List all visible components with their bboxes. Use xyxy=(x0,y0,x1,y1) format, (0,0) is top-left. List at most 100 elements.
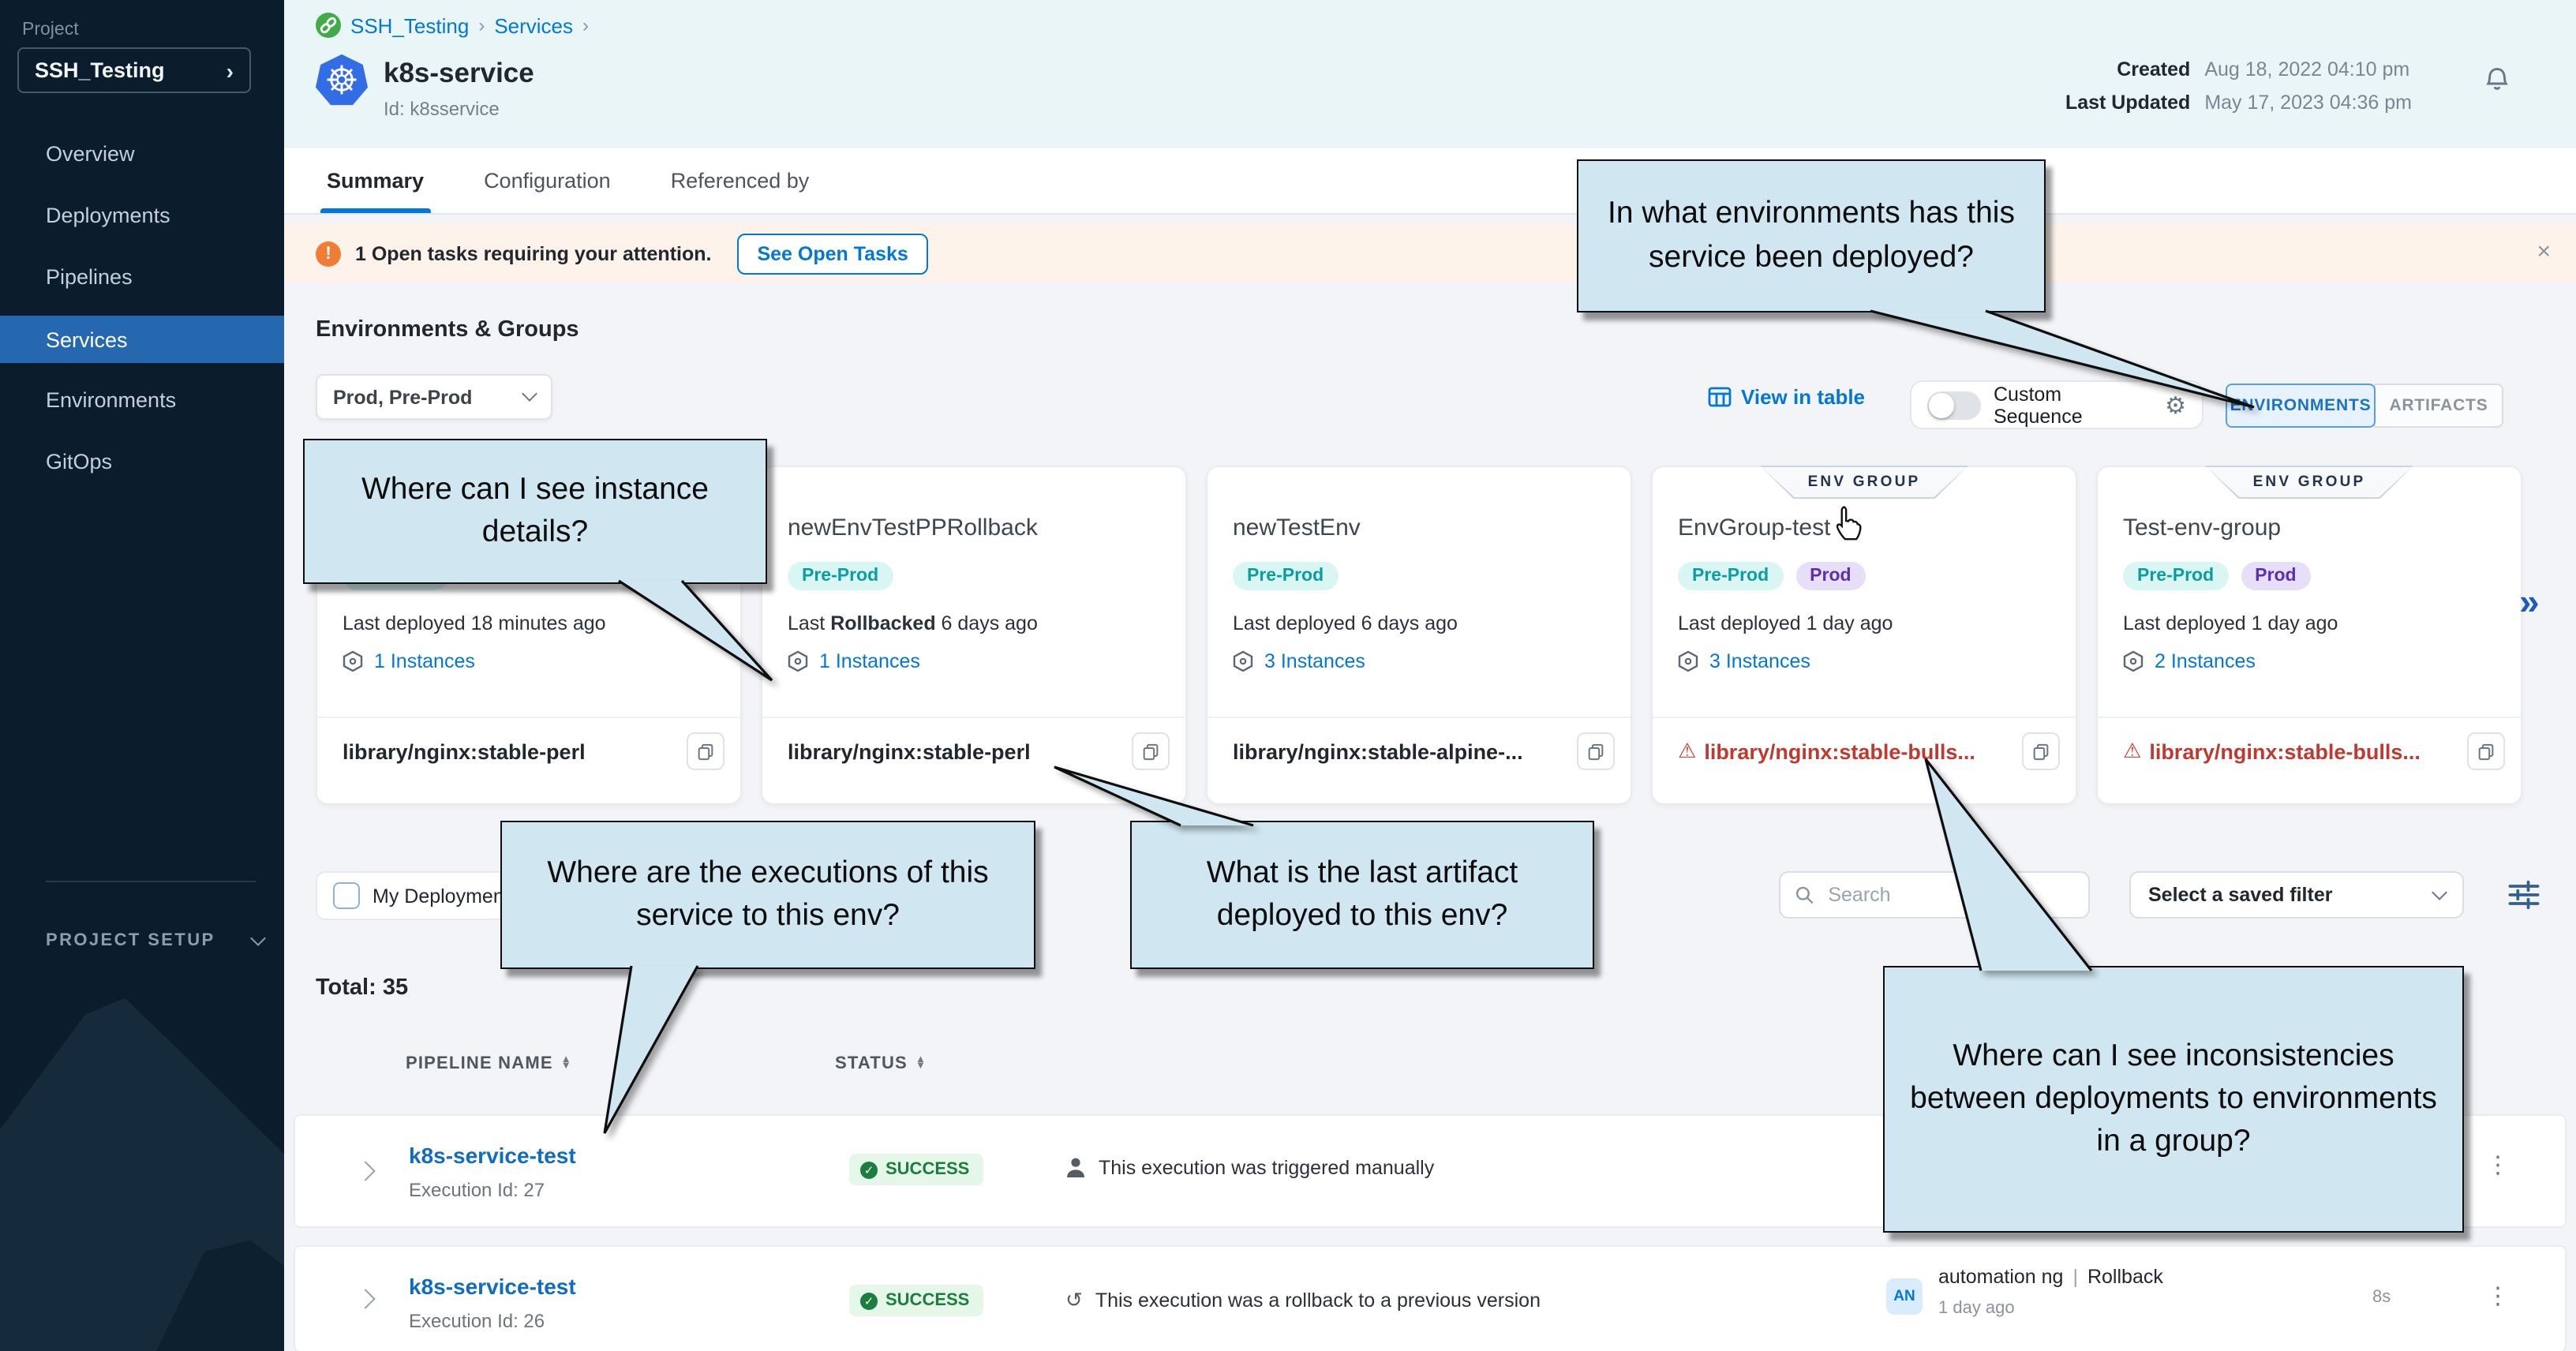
project-setup-toggle[interactable]: PROJECT SETUP xyxy=(46,931,264,950)
annotation-callout: In what environments has this service be… xyxy=(1577,159,2046,312)
scroll-right-icon[interactable]: » xyxy=(2519,581,2540,623)
view-in-table-link[interactable]: View in table xyxy=(1708,385,1865,409)
env-group-card[interactable]: ENV GROUP Test-env-group Pre-Prod Prod L… xyxy=(2096,466,2522,805)
filter-sliders-icon[interactable] xyxy=(2507,878,2541,912)
duration: 8s xyxy=(2372,1288,2391,1307)
callout-text: What is the last artifact deployed to th… xyxy=(1144,851,1580,937)
env-card-name: newTestEnv xyxy=(1233,515,1361,541)
env-card[interactable]: newTestEnv Pre-Prod Last deployed 6 days… xyxy=(1206,466,1632,805)
env-card-name: newEnvTestPPRollback xyxy=(788,515,1038,541)
expand-row-icon[interactable] xyxy=(355,1161,375,1181)
annotation-callout: What is the last artifact deployed to th… xyxy=(1130,821,1594,969)
execution-id: Execution Id: 26 xyxy=(409,1310,545,1332)
last-deployed-text: Last Rollbacked 6 days ago xyxy=(788,612,1038,634)
preprod-badge: Pre-Prod xyxy=(1678,562,1783,590)
total-count: Total: 35 xyxy=(316,975,408,1001)
chevron-down-icon xyxy=(251,930,267,946)
page-title: k8s-service xyxy=(384,57,534,90)
tab-summary[interactable]: Summary xyxy=(327,148,424,213)
column-header-status[interactable]: STATUS ▲▼ xyxy=(835,1054,927,1073)
env-card[interactable]: newEnvTestPPRollback Pre-Prod Last Rollb… xyxy=(761,466,1187,805)
toggle-artifacts[interactable]: ARTIFACTS xyxy=(2374,384,2503,428)
open-tasks-banner: ! 1 Open tasks requiring your attention.… xyxy=(284,224,2576,283)
project-selector[interactable]: SSH_Testing › xyxy=(17,47,251,93)
trigger-info: automation ng|Rollback xyxy=(1938,1266,2163,1288)
instance-icon xyxy=(2123,650,2144,672)
expand-row-icon[interactable] xyxy=(355,1289,375,1308)
close-icon[interactable]: × xyxy=(2537,238,2551,265)
instances-link[interactable]: 3 Instances xyxy=(1678,650,1810,672)
sidebar-item-deployments[interactable]: Deployments xyxy=(0,185,284,246)
sort-icon: ▲▼ xyxy=(915,1057,927,1070)
instance-icon xyxy=(343,650,363,672)
service-meta: Created Aug 18, 2022 04:10 pm Last Updat… xyxy=(2065,58,2412,114)
see-open-tasks-button[interactable]: See Open Tasks xyxy=(736,233,928,274)
copy-artifact-button[interactable] xyxy=(1577,732,1615,770)
sort-icon: ▲▼ xyxy=(561,1057,572,1070)
tab-bar: Summary Configuration Referenced by xyxy=(284,148,2576,215)
tab-referenced-by[interactable]: Referenced by xyxy=(671,148,810,213)
execution-note: This execution was triggered manually xyxy=(1065,1157,1434,1179)
card-divider xyxy=(317,717,740,718)
callout-tail xyxy=(608,568,789,694)
artifact-row: library/nginx:stable-alpine-... xyxy=(1233,732,1615,770)
column-header-pipeline-name[interactable]: PIPELINE NAME ▲▼ xyxy=(406,1054,572,1073)
link-icon xyxy=(316,13,341,38)
sidebar-item-pipelines[interactable]: Pipelines xyxy=(0,246,284,308)
artifact-name: library/nginx:stable-perl xyxy=(343,739,677,763)
bell-icon[interactable] xyxy=(2481,63,2513,95)
instances-link[interactable]: 1 Instances xyxy=(788,650,920,672)
callout-text: Where can I see inconsistencies between … xyxy=(1897,1035,2450,1164)
preprod-badge: Pre-Prod xyxy=(2123,562,2228,590)
instances-link[interactable]: 1 Instances xyxy=(343,650,475,672)
instances-link[interactable]: 2 Instances xyxy=(2123,650,2256,672)
card-divider xyxy=(1208,717,1631,718)
last-deployed-text: Last deployed 1 day ago xyxy=(2123,612,2338,634)
table-row[interactable]: k8s-service-test Execution Id: 26 ✓ SUCC… xyxy=(294,1245,2567,1351)
my-deployments-checkbox[interactable] xyxy=(333,882,360,909)
card-divider xyxy=(762,717,1185,718)
updated-value: May 17, 2023 04:36 pm xyxy=(2204,92,2412,114)
env-groups-heading: Environments & Groups xyxy=(316,317,579,342)
card-divider xyxy=(2098,717,2521,718)
tab-configuration[interactable]: Configuration xyxy=(484,148,611,213)
status-badge: ✓ SUCCESS xyxy=(849,1285,983,1316)
instance-icon xyxy=(788,650,808,672)
saved-filter-select[interactable]: Select a saved filter xyxy=(2129,871,2464,919)
my-deployments-label: My Deployments xyxy=(373,885,519,907)
breadcrumb-services[interactable]: Services xyxy=(494,13,573,37)
saved-filter-value: Select a saved filter xyxy=(2148,884,2332,906)
callout-text: In what environments has this service be… xyxy=(1591,193,2031,279)
created-label: Created xyxy=(2065,58,2190,80)
pipeline-name-link[interactable]: k8s-service-test xyxy=(409,1143,576,1168)
pipeline-name-link[interactable]: k8s-service-test xyxy=(409,1274,576,1299)
project-name: SSH_Testing xyxy=(35,58,165,82)
row-menu-icon[interactable]: ⋮ xyxy=(2486,1282,2510,1310)
env-type-filter[interactable]: Prod, Pre-Prod xyxy=(316,374,552,420)
sidebar-item-overview[interactable]: Overview xyxy=(0,123,284,185)
created-value: Aug 18, 2022 04:10 pm xyxy=(2204,58,2412,80)
callout-tail xyxy=(592,955,710,1144)
sidebar-item-services[interactable]: Services xyxy=(0,316,284,363)
check-icon: ✓ xyxy=(860,1161,878,1178)
last-deployed-text: Last deployed 6 days ago xyxy=(1233,612,1458,634)
copy-artifact-button[interactable] xyxy=(2467,732,2505,770)
copy-artifact-button[interactable] xyxy=(687,732,724,770)
hand-cursor-icon xyxy=(1831,505,1866,543)
service-id: Id: k8sservice xyxy=(384,98,500,120)
table-icon xyxy=(1708,387,1732,407)
trigger-time: 1 day ago xyxy=(1938,1299,2015,1318)
instances-link[interactable]: 3 Instances xyxy=(1233,650,1365,672)
prod-badge: Prod xyxy=(2241,562,2310,590)
execution-id: Execution Id: 27 xyxy=(409,1179,545,1201)
row-menu-icon[interactable]: ⋮ xyxy=(2486,1151,2510,1179)
sidebar-item-gitops[interactable]: GitOps xyxy=(0,431,284,492)
breadcrumb-project[interactable]: SSH_Testing xyxy=(350,13,469,37)
sidebar-item-environments[interactable]: Environments xyxy=(0,369,284,431)
execution-note: ↺ This execution was a rollback to a pre… xyxy=(1065,1288,1541,1313)
sidebar-nav: Overview Deployments Pipelines Services … xyxy=(0,123,284,492)
card-divider xyxy=(1653,717,2076,718)
person-icon xyxy=(1065,1157,1086,1179)
sidebar: Project SSH_Testing › Overview Deploymen… xyxy=(0,0,284,1351)
last-deployed-text: Last deployed 1 day ago xyxy=(1678,612,1893,634)
